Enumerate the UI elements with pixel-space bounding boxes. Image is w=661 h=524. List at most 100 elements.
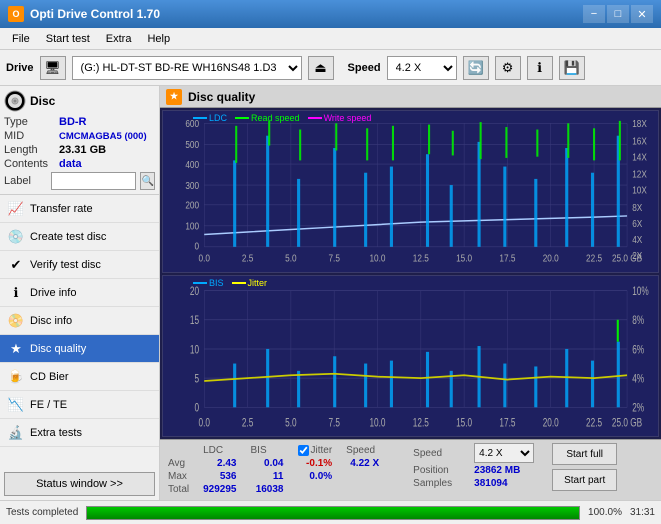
samples-value: 381094 (474, 478, 507, 489)
chart2-svg: 20 15 10 5 0 10% 8% 6% 4% 2% (163, 276, 658, 437)
status-window-btn[interactable]: Status window >> (4, 472, 155, 496)
chart2-legend: BIS Jitter (193, 278, 267, 288)
disc-type-label: Type (4, 116, 59, 128)
disc-label-btn[interactable]: 🔍 (140, 172, 155, 190)
progress-track (86, 506, 580, 520)
charts-container: LDC Read speed Write speed (160, 108, 661, 439)
nav-create-test-disc[interactable]: 💿 Create test disc (0, 223, 159, 251)
nav-disc-quality[interactable]: ★ Disc quality (0, 335, 159, 363)
chart1-legend: LDC Read speed Write speed (193, 113, 371, 123)
samples-label: Samples (413, 478, 468, 489)
svg-text:15: 15 (190, 314, 199, 327)
save-btn[interactable]: 💾 (559, 56, 585, 80)
close-button[interactable]: ✕ (631, 5, 653, 23)
legend-bis: BIS (193, 278, 224, 288)
stats-total-label: Total (168, 484, 201, 495)
menu-help[interactable]: Help (139, 31, 178, 47)
stats-col-ldc: LDC (203, 445, 248, 456)
menu-bar: File Start test Extra Help (0, 28, 661, 50)
stats-row-total: Total 929295 16038 (168, 484, 391, 495)
toolbar: Drive 🖥 (G:) HL-DT-ST BD-RE WH16NS48 1.D… (0, 50, 661, 86)
disc-icon (4, 90, 26, 112)
progress-bar-container: Tests completed 100.0% 31:31 (0, 500, 661, 524)
cd-bier-icon: 🍺 (8, 369, 24, 385)
disc-label-label: Label (4, 175, 47, 187)
chart-speed-select[interactable]: 4.2 X (474, 443, 534, 463)
nav-disc-info[interactable]: 📀 Disc info (0, 307, 159, 335)
menu-file[interactable]: File (4, 31, 38, 47)
svg-text:2.5: 2.5 (242, 253, 253, 264)
settings-btn[interactable]: ⚙ (495, 56, 521, 80)
extra-tests-icon: 🔬 (8, 425, 24, 441)
disc-mid-label: MID (4, 130, 59, 142)
drive-icon-btn[interactable]: 🖥 (40, 56, 66, 80)
svg-text:6%: 6% (632, 344, 644, 357)
nav-disc-quality-label: Disc quality (30, 343, 86, 355)
disc-quality-header: ★ Disc quality (160, 86, 661, 108)
nav-fe-te[interactable]: 📉 FE / TE (0, 391, 159, 419)
disc-label-input[interactable] (51, 172, 136, 190)
stats-right: Speed 4.2 X Position 23862 MB Samples 38… (413, 443, 534, 489)
stats-col-bis: BIS (251, 445, 296, 456)
svg-text:5.0: 5.0 (285, 253, 296, 264)
jitter-checkbox[interactable] (298, 445, 309, 456)
drive-select[interactable]: (G:) HL-DT-ST BD-RE WH16NS48 1.D3 (72, 56, 302, 80)
speed-select[interactable]: 4.2 X (387, 56, 457, 80)
svg-text:0.0: 0.0 (199, 253, 210, 264)
svg-text:10: 10 (190, 344, 199, 357)
nav-extra-tests[interactable]: 🔬 Extra tests (0, 419, 159, 447)
svg-text:0: 0 (195, 402, 200, 415)
svg-text:7.5: 7.5 (328, 253, 339, 264)
nav-create-test-disc-label: Create test disc (30, 231, 106, 243)
nav-transfer-rate[interactable]: 📈 Transfer rate (0, 195, 159, 223)
nav-drive-info-label: Drive info (30, 287, 76, 299)
start-full-button[interactable]: Start full (552, 443, 617, 465)
chart1-svg: 600 500 400 300 200 100 0 18X 16X 14X 12… (163, 111, 658, 272)
info-btn[interactable]: ℹ (527, 56, 553, 80)
stats-max-speed (346, 471, 391, 482)
speed-label: Speed (348, 62, 381, 74)
content-area: ★ Disc quality LDC Read speed (160, 86, 661, 500)
svg-text:5.0: 5.0 (285, 417, 297, 430)
position-value: 23862 MB (474, 465, 520, 476)
svg-text:2%: 2% (632, 402, 644, 415)
sidebar: Disc Type BD-R MID CMCMAGBA5 (000) Lengt… (0, 86, 160, 500)
nav-cd-bier[interactable]: 🍺 CD Bier (0, 363, 159, 391)
svg-text:12X: 12X (632, 169, 647, 180)
svg-text:7.5: 7.5 (328, 417, 340, 430)
stats-avg-bis: 0.04 (251, 458, 296, 469)
app-title: Opti Drive Control 1.70 (30, 7, 160, 21)
progress-time: 31:31 (630, 507, 655, 518)
drive-info-icon: ℹ (8, 285, 24, 301)
transfer-rate-icon: 📈 (8, 201, 24, 217)
svg-text:10%: 10% (632, 285, 649, 298)
svg-text:22.5: 22.5 (586, 417, 602, 430)
legend-read-speed: Read speed (235, 113, 300, 123)
stats-max-label: Max (168, 471, 201, 482)
refresh-btn[interactable]: 🔄 (463, 56, 489, 80)
start-buttons: Start full Start part (552, 443, 617, 491)
svg-text:4X: 4X (632, 234, 642, 245)
stats-avg-ldc: 2.43 (203, 458, 248, 469)
eject-btn[interactable]: ⏏ (308, 56, 334, 80)
stats-row-max: Max 536 11 0.0% (168, 471, 391, 482)
start-part-button[interactable]: Start part (552, 469, 617, 491)
svg-text:12.5: 12.5 (413, 253, 429, 264)
stats-col-speed: Speed (346, 445, 391, 456)
nav-verify-test-disc[interactable]: ✔ Verify test disc (0, 251, 159, 279)
menu-start-test[interactable]: Start test (38, 31, 98, 47)
chart-ldc: LDC Read speed Write speed (162, 110, 659, 273)
chart-bis: BIS Jitter (162, 275, 659, 438)
stats-avg-jitter: -0.1% (298, 458, 345, 469)
verify-test-disc-icon: ✔ (8, 257, 24, 273)
svg-text:17.5: 17.5 (499, 417, 515, 430)
svg-text:18X: 18X (632, 118, 647, 129)
svg-text:10.0: 10.0 (369, 417, 385, 430)
minimize-button[interactable]: − (583, 5, 605, 23)
maximize-button[interactable]: □ (607, 5, 629, 23)
create-test-disc-icon: 💿 (8, 229, 24, 245)
position-label: Position (413, 465, 468, 476)
menu-extra[interactable]: Extra (98, 31, 140, 47)
disc-length-value: 23.31 GB (59, 144, 106, 156)
nav-drive-info[interactable]: ℹ Drive info (0, 279, 159, 307)
